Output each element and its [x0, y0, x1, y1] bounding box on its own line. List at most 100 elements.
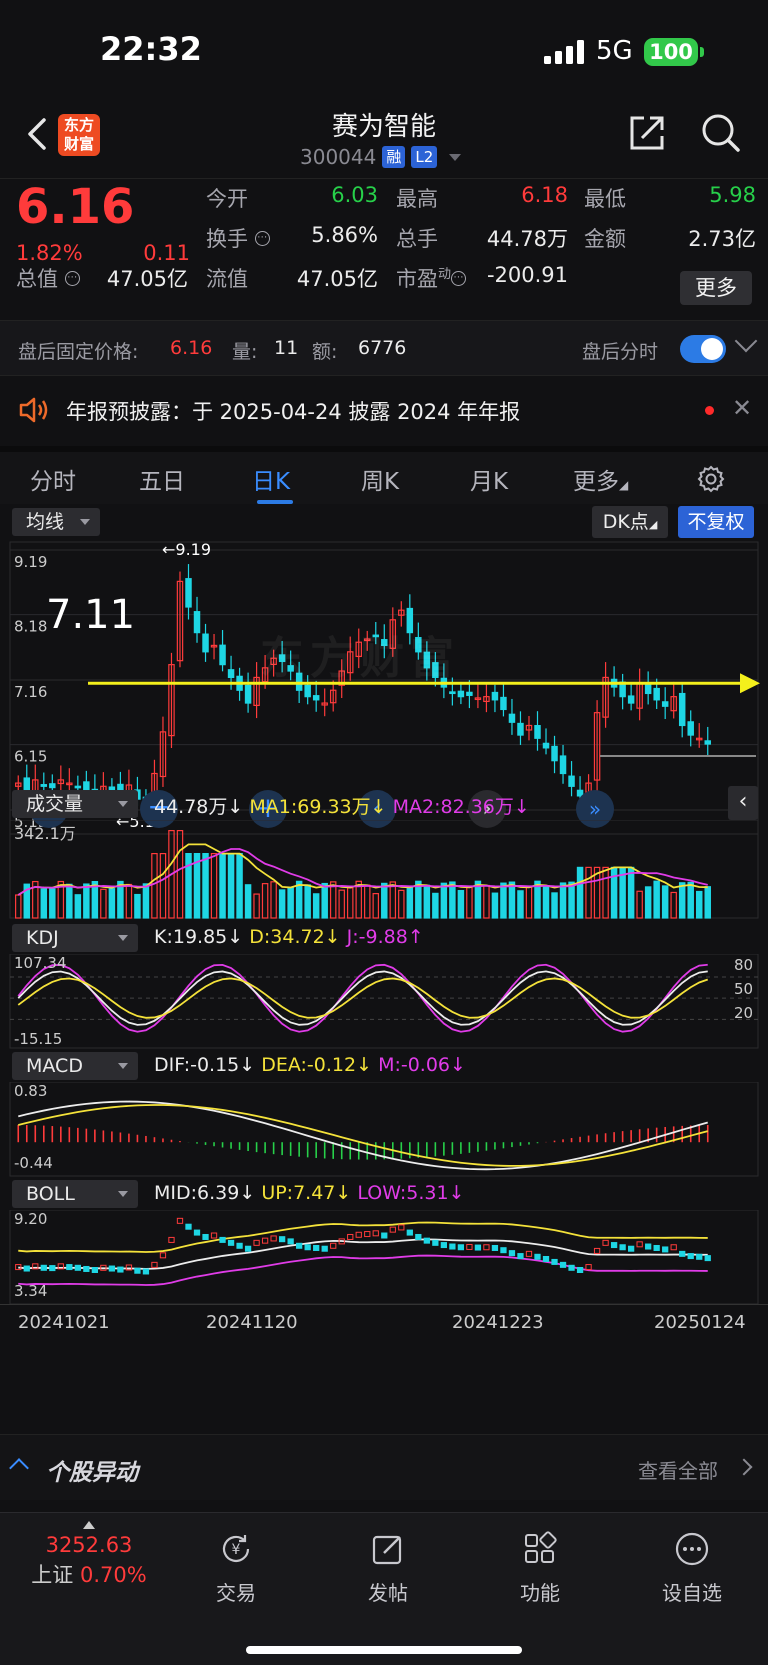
notice-bar[interactable]: 年报预披露：于 2025-04-24 披露 2024 年年报 ✕: [0, 380, 768, 440]
tab-timeshare[interactable]: 分时: [30, 462, 76, 496]
boll-candle: [525, 1250, 533, 1257]
candle: [202, 633, 209, 653]
candle: [627, 695, 635, 704]
date-label: 20241120: [206, 1312, 298, 1333]
chevron-right-icon[interactable]: [735, 1458, 753, 1476]
boll-candle: [134, 1267, 141, 1274]
ma-dropdown[interactable]: 均线: [12, 508, 100, 536]
amount-value: 2.73亿: [688, 227, 756, 251]
boll-candle: [389, 1226, 396, 1233]
kdj-level-20: 20: [734, 1004, 754, 1022]
boll-candle: [202, 1233, 209, 1240]
kdj-chart: [9, 954, 759, 1049]
close-icon[interactable]: ✕: [732, 394, 752, 422]
macd-dropdown[interactable]: MACD: [12, 1052, 138, 1080]
search-icon[interactable]: [700, 112, 742, 154]
tab-trade[interactable]: ¥ 交易: [176, 1531, 296, 1606]
boll-candle: [49, 1265, 56, 1272]
volume-bar: [125, 883, 133, 919]
tab-weekly-k[interactable]: 周K: [361, 462, 399, 496]
boll-top: 9.20: [14, 1210, 48, 1228]
open-label: 今开: [206, 187, 248, 211]
volume-bar: [440, 882, 448, 919]
tab-functions[interactable]: 功能: [480, 1531, 600, 1606]
boll-candle: [551, 1258, 558, 1265]
market-cap-label[interactable]: 总值 ⋯: [16, 263, 80, 293]
turnover-label[interactable]: 换手 ⋯: [206, 223, 270, 253]
boll-candle: [636, 1241, 643, 1248]
rights-button[interactable]: 不复权: [678, 506, 754, 538]
candle: [508, 713, 516, 723]
boll-candle: [304, 1244, 311, 1251]
float-cap-value: 47.05亿: [296, 267, 378, 291]
tab-monthly-k[interactable]: 月K: [470, 462, 508, 496]
turnover-value: 5.86%: [311, 223, 378, 247]
stock-code: 300044: [300, 145, 377, 169]
boll-candle: [670, 1244, 677, 1251]
boll-candle: [40, 1264, 47, 1271]
collapse-button[interactable]: ‹: [728, 786, 758, 820]
network-type: 5G: [596, 36, 633, 66]
boll-candle: [398, 1224, 405, 1231]
tab-watchlist[interactable]: 设自选: [632, 1531, 752, 1606]
after-hours-toggle[interactable]: [680, 335, 726, 363]
candle: [219, 644, 226, 666]
yen-cycle-icon: ¥: [222, 1535, 250, 1562]
candle: [312, 695, 320, 701]
boll-candle: [355, 1231, 362, 1238]
volume-bar: [142, 883, 150, 919]
boll-candle: [619, 1244, 626, 1251]
volume-bar: [525, 886, 533, 919]
stock-code-row[interactable]: 300044 融 L2: [300, 144, 462, 170]
volume-bar: [304, 884, 311, 919]
tab-more[interactable]: 更多◢: [573, 462, 628, 496]
kline-chart-area: 均线 DK点◢ 不复权 9.19 8.18 7.16 6.15 5.13 7.11 ←9…: [0, 504, 768, 1434]
volume-bar: [287, 887, 294, 919]
share-icon[interactable]: [626, 112, 668, 154]
boll-candle: [261, 1237, 269, 1244]
stock-movement-section[interactable]: 个股异动 查看全部: [0, 1434, 768, 1500]
change-amount: 0.11: [143, 241, 190, 265]
boll-dropdown[interactable]: BOLL: [12, 1180, 138, 1208]
boll-candle: [108, 1265, 116, 1272]
view-all-link[interactable]: 查看全部: [638, 1455, 718, 1484]
boll-candle: [83, 1265, 90, 1272]
volume-dropdown[interactable]: 成交量: [12, 790, 138, 818]
boll-candle: [236, 1242, 243, 1249]
volume-bar: [364, 884, 371, 919]
chevron-up-icon[interactable]: [9, 1458, 29, 1478]
chevron-down-icon[interactable]: [734, 329, 758, 353]
volume-bar: [432, 892, 439, 919]
volume-max: 342.1万: [14, 824, 76, 843]
boll-candle: [117, 1266, 124, 1273]
more-button[interactable]: 更多: [680, 271, 752, 305]
boll-candle: [227, 1239, 235, 1246]
candle: [661, 701, 669, 707]
info-icon: ⋯: [64, 271, 80, 286]
tab-five-day[interactable]: 五日: [139, 462, 185, 496]
volume-bar: [346, 887, 354, 919]
boll-candle: [474, 1244, 482, 1251]
candle: [244, 684, 252, 704]
boll-candle: [610, 1242, 618, 1249]
boll-candle: [278, 1236, 286, 1243]
pe-label[interactable]: 市盈动 ⋯: [396, 263, 467, 293]
info-icon: ⋯: [254, 231, 270, 246]
gear-icon[interactable]: [696, 464, 726, 494]
candle: [559, 755, 567, 775]
kdj-level-50: 50: [734, 980, 754, 998]
candle: [534, 725, 541, 739]
kdj-dropdown[interactable]: KDJ: [12, 924, 138, 952]
tab-post[interactable]: 发帖: [328, 1531, 448, 1606]
volume-bar: [202, 852, 209, 919]
boll-candle: [313, 1244, 320, 1251]
tab-daily-k[interactable]: 日K: [252, 462, 290, 496]
boll-candle: [449, 1243, 456, 1250]
arrow-up-icon: [83, 1521, 95, 1529]
index-ticker[interactable]: 3252.63 上证 0.70%: [24, 1521, 154, 1589]
candle: [304, 684, 311, 698]
edit-icon: [372, 1535, 402, 1565]
dk-button[interactable]: DK点◢: [592, 506, 668, 538]
boll-candle: [457, 1244, 465, 1251]
boll-candle: [432, 1239, 439, 1246]
